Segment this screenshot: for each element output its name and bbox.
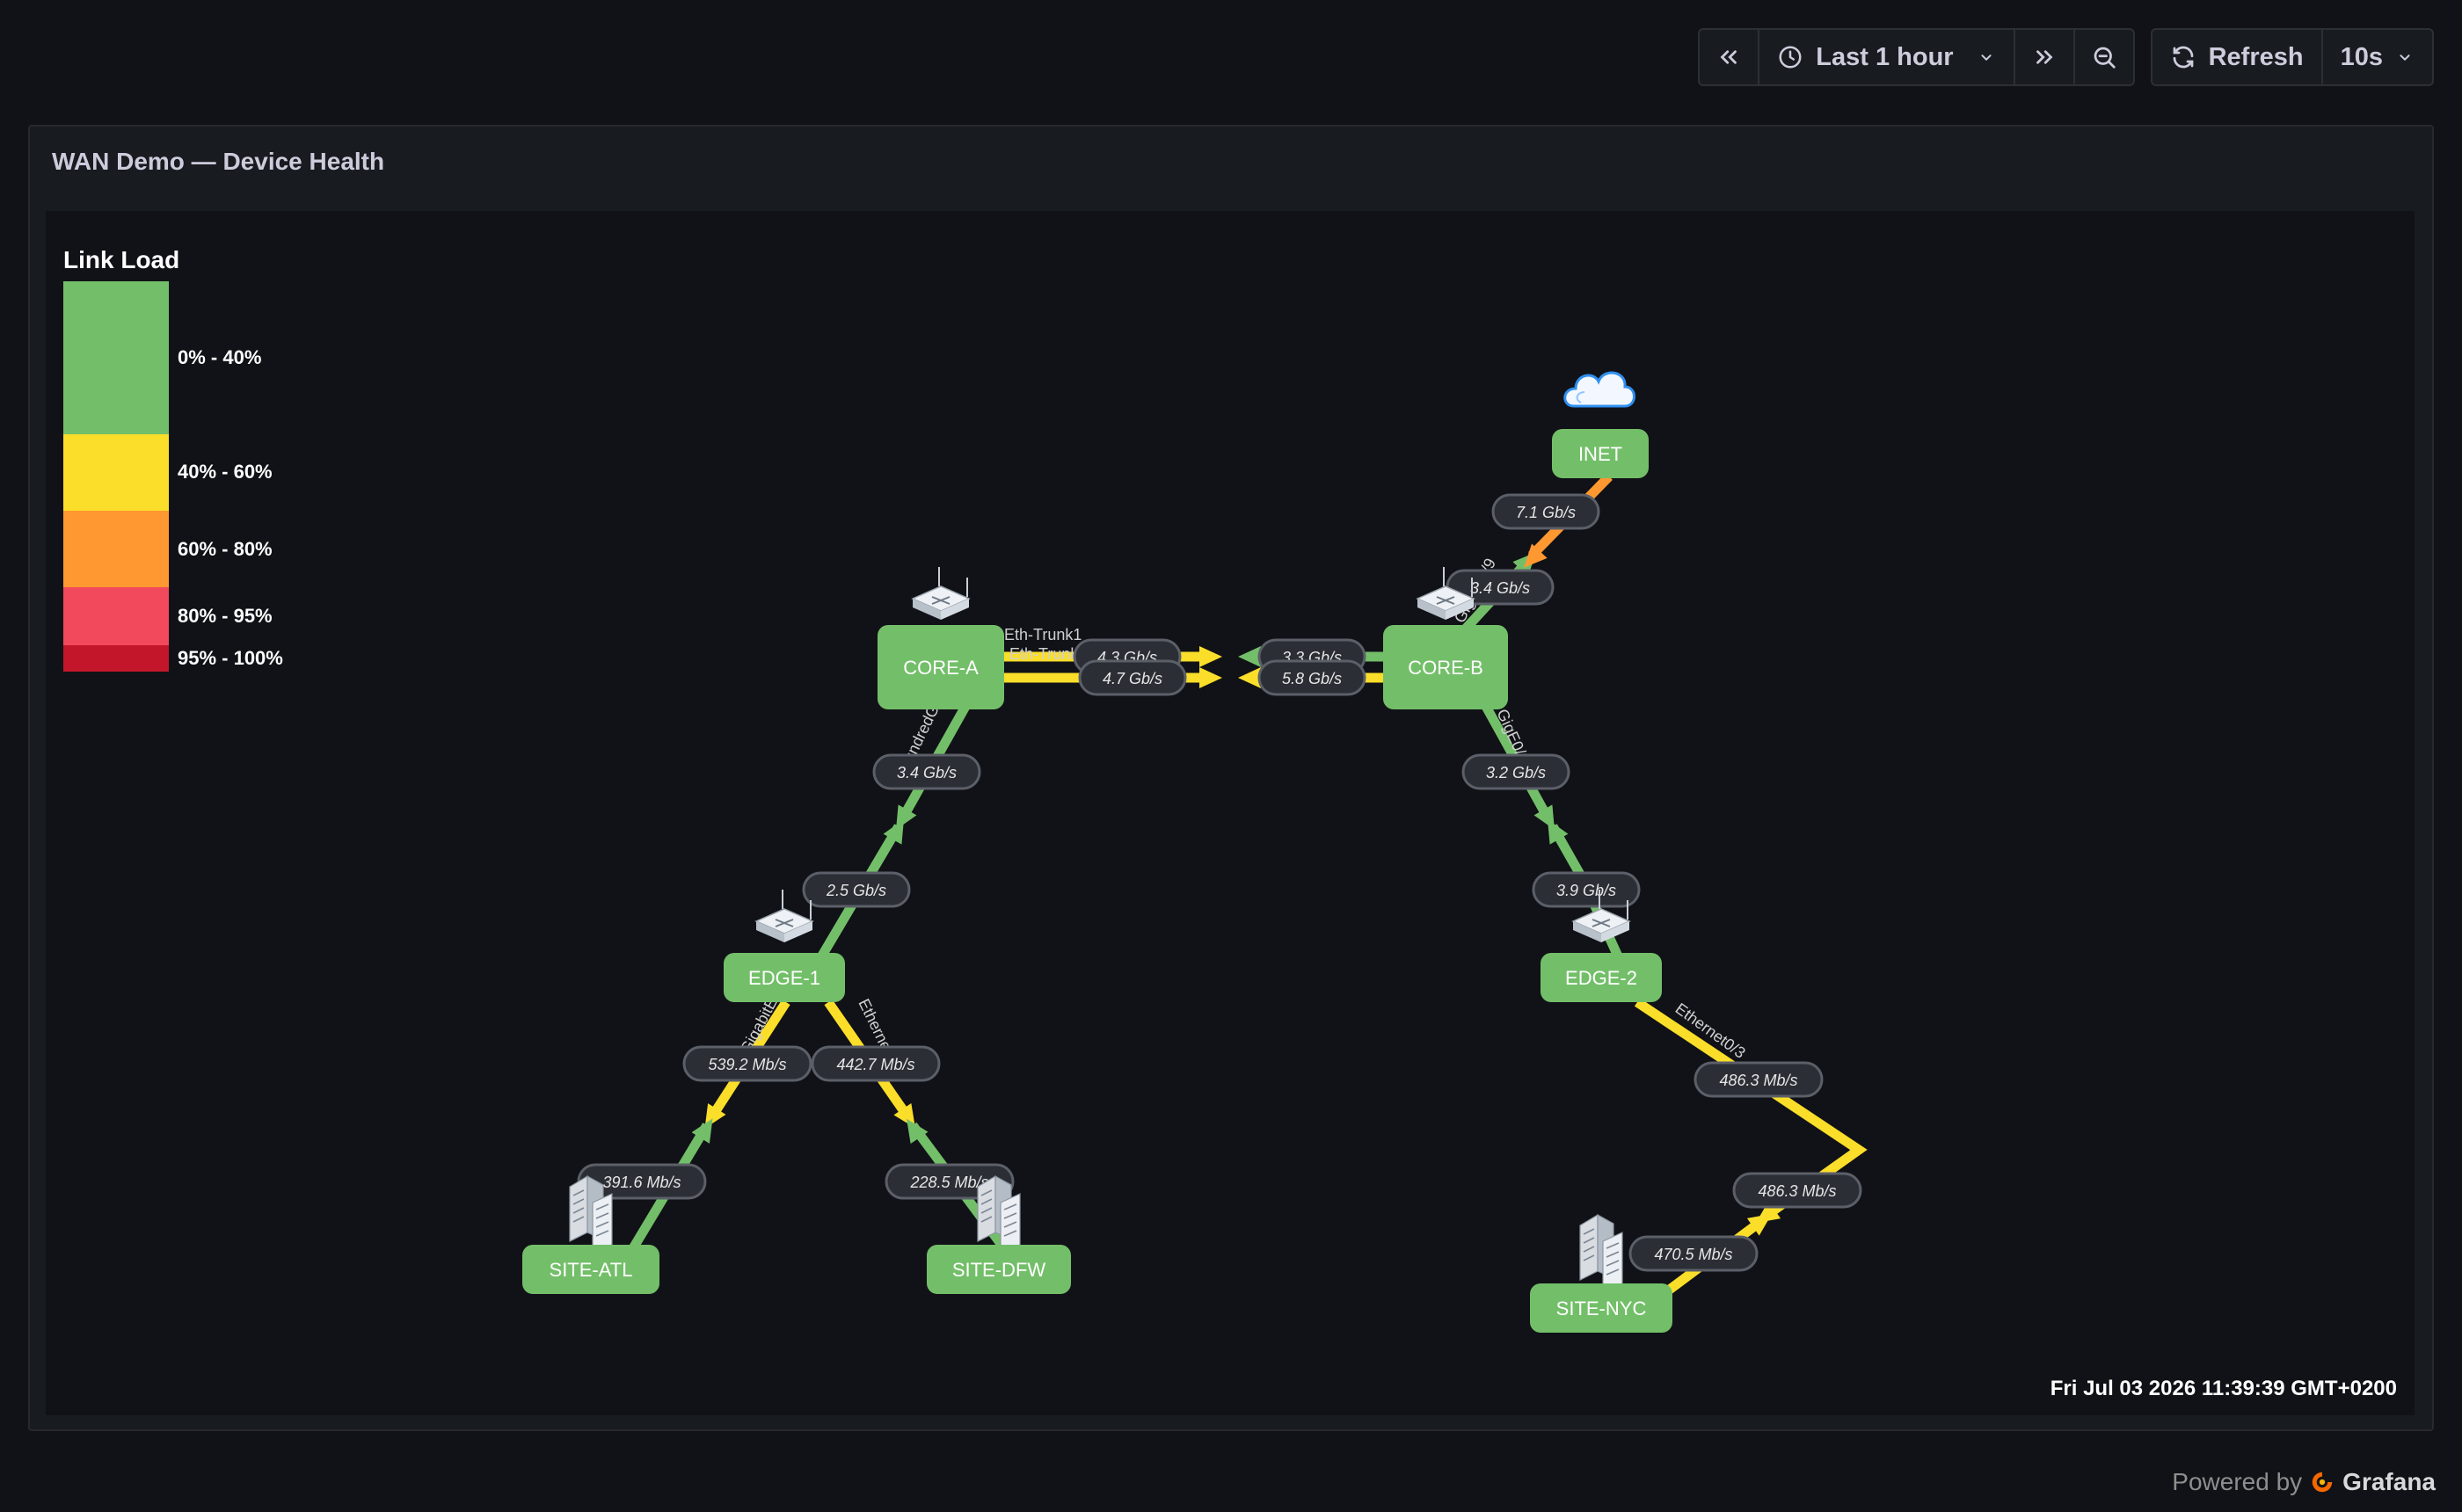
svg-text:539.2 Mb/s: 539.2 Mb/s <box>708 1056 786 1073</box>
chevron-down-icon <box>1981 55 1992 62</box>
node-site-nyc[interactable]: SITE-NYC <box>1530 1283 1672 1333</box>
panel-timestamp: Fri Jul 03 2026 11:39:39 GMT+0200 <box>2050 1377 2397 1400</box>
svg-text:INET: INET <box>1578 443 1622 465</box>
rate-label-inet-core-b[interactable]: 7.1 Gb/s <box>1491 493 1600 530</box>
interface-label-eth-trunk1: Eth-Trunk1 <box>1004 626 1082 643</box>
chevrons-left-icon <box>1720 50 1737 64</box>
svg-text:CORE-A: CORE-A <box>903 657 979 679</box>
svg-text:3.9 Gb/s: 3.9 Gb/s <box>1556 882 1616 899</box>
zoom-out-button[interactable] <box>2075 30 2133 84</box>
rate-label-core-a-trunk2[interactable]: 4.7 Gb/s <box>1078 659 1187 696</box>
rate-label-core-b-trunk2[interactable]: 5.8 Gb/s <box>1257 659 1366 696</box>
node-core-b[interactable]: CORE-B <box>1383 625 1508 709</box>
link-labels-layer: Eth-Trunk1Eth-Trunk2GigE0/0/9HundredGigE… <box>577 493 1862 1272</box>
node-site-dfw[interactable]: SITE-DFW <box>927 1245 1071 1294</box>
chevron-down-icon <box>2400 55 2410 62</box>
rate-label-edge-1-dfw[interactable]: 442.7 Mb/s <box>811 1045 941 1082</box>
node-core-a[interactable]: CORE-A <box>878 625 1004 709</box>
arrow-core-a-to-core-b-1 <box>1199 646 1222 667</box>
clock-icon <box>1779 46 1802 69</box>
time-range-picker[interactable]: Last 1 hour <box>1759 30 2015 84</box>
rate-label-nyc-edge-2[interactable]: 470.5 Mb/s <box>1628 1235 1759 1272</box>
time-picker-group: Last 1 hour <box>1698 28 2135 86</box>
node-edge-2[interactable]: EDGE-2 <box>1541 953 1662 1002</box>
time-shift-forward-button[interactable] <box>2015 30 2075 84</box>
svg-text:2.5 Gb/s: 2.5 Gb/s <box>826 882 886 899</box>
svg-text:EDGE-2: EDGE-2 <box>1565 967 1637 989</box>
powered-by-text: Powered by <box>2172 1468 2303 1495</box>
svg-text:SITE-ATL: SITE-ATL <box>550 1259 633 1281</box>
svg-text:7.1 Gb/s: 7.1 Gb/s <box>1516 504 1576 521</box>
svg-text:3.4 Gb/s: 3.4 Gb/s <box>897 764 957 781</box>
rate-label-edge-1-atl[interactable]: 539.2 Mb/s <box>682 1045 812 1082</box>
rate-label-edge-2-nyc-1[interactable]: 486.3 Mb/s <box>1694 1061 1824 1098</box>
grafana-logo-icon <box>2312 1472 2333 1493</box>
svg-text:3.2 Gb/s: 3.2 Gb/s <box>1486 764 1546 781</box>
svg-text:4.7 Gb/s: 4.7 Gb/s <box>1103 670 1162 687</box>
arrow-core-b-to-core-a-2 <box>1238 667 1261 688</box>
rate-label-edge-1-core-a[interactable]: 2.5 Gb/s <box>802 871 911 908</box>
svg-text:3.4 Gb/s: 3.4 Gb/s <box>1470 579 1530 597</box>
arrow-core-a-to-core-b-2 <box>1199 667 1222 688</box>
cloud-icon-inet <box>1563 371 1635 408</box>
rate-label-core-b-edge-2[interactable]: 3.2 Gb/s <box>1461 753 1570 790</box>
router-icon-edge-1 <box>755 889 813 943</box>
svg-text:391.6 Mb/s: 391.6 Mb/s <box>602 1174 681 1191</box>
chevrons-right-icon <box>2036 50 2053 64</box>
time-range-label: Last 1 hour <box>1816 42 1954 71</box>
refresh-label: Refresh <box>2208 42 2304 71</box>
powered-by-footer: Powered by Grafana <box>2172 1468 2436 1496</box>
svg-text:486.3 Mb/s: 486.3 Mb/s <box>1719 1072 1797 1089</box>
node-inet[interactable]: INET <box>1552 429 1649 478</box>
svg-text:SITE-DFW: SITE-DFW <box>952 1259 1046 1281</box>
node-edge-1[interactable]: EDGE-1 <box>724 953 845 1002</box>
panel-title[interactable]: WAN Demo — Device Health <box>52 148 384 176</box>
time-shift-back-button[interactable] <box>1700 30 1760 84</box>
svg-text:SITE-NYC: SITE-NYC <box>1556 1298 1647 1319</box>
zoom-out-icon <box>2094 47 2116 69</box>
grafana-link[interactable]: Grafana <box>2342 1468 2436 1496</box>
node-site-atl[interactable]: SITE-ATL <box>522 1245 659 1294</box>
panel-body: Link Load 0% - 40% 40% - 60% 60% - 80% 8… <box>46 211 2415 1415</box>
time-toolbar: Last 1 hour Refresh 10s <box>1698 28 2434 86</box>
rate-label-edge-2-nyc-2[interactable]: 486.3 Mb/s <box>1732 1172 1862 1209</box>
router-icon-core-a <box>912 566 970 621</box>
svg-text:EDGE-1: EDGE-1 <box>748 967 820 989</box>
network-map: Eth-Trunk1Eth-Trunk2GigE0/0/9HundredGigE… <box>522 371 1868 1333</box>
refresh-interval-picker[interactable]: 10s <box>2323 30 2432 84</box>
refresh-button[interactable]: Refresh <box>2152 30 2323 84</box>
svg-text:442.7 Mb/s: 442.7 Mb/s <box>836 1056 914 1073</box>
arrow-core-b-to-core-a-1 <box>1238 646 1261 667</box>
svg-text:486.3 Mb/s: 486.3 Mb/s <box>1758 1182 1836 1200</box>
svg-text:228.5 Mb/s: 228.5 Mb/s <box>909 1174 988 1191</box>
rate-label-edge-2-core-b[interactable]: 3.9 Gb/s <box>1532 871 1641 908</box>
refresh-icon <box>2173 46 2193 69</box>
svg-text:CORE-B: CORE-B <box>1408 657 1483 679</box>
svg-text:5.8 Gb/s: 5.8 Gb/s <box>1282 670 1342 687</box>
refresh-group: Refresh 10s <box>2150 28 2434 86</box>
building-icon-site-nyc <box>1579 1214 1623 1291</box>
rate-label-core-a-edge-1[interactable]: 3.4 Gb/s <box>872 753 981 790</box>
refresh-interval-label: 10s <box>2340 42 2383 71</box>
svg-text:470.5 Mb/s: 470.5 Mb/s <box>1654 1246 1732 1263</box>
device-health-panel: WAN Demo — Device Health Link Load 0% - … <box>28 125 2434 1431</box>
